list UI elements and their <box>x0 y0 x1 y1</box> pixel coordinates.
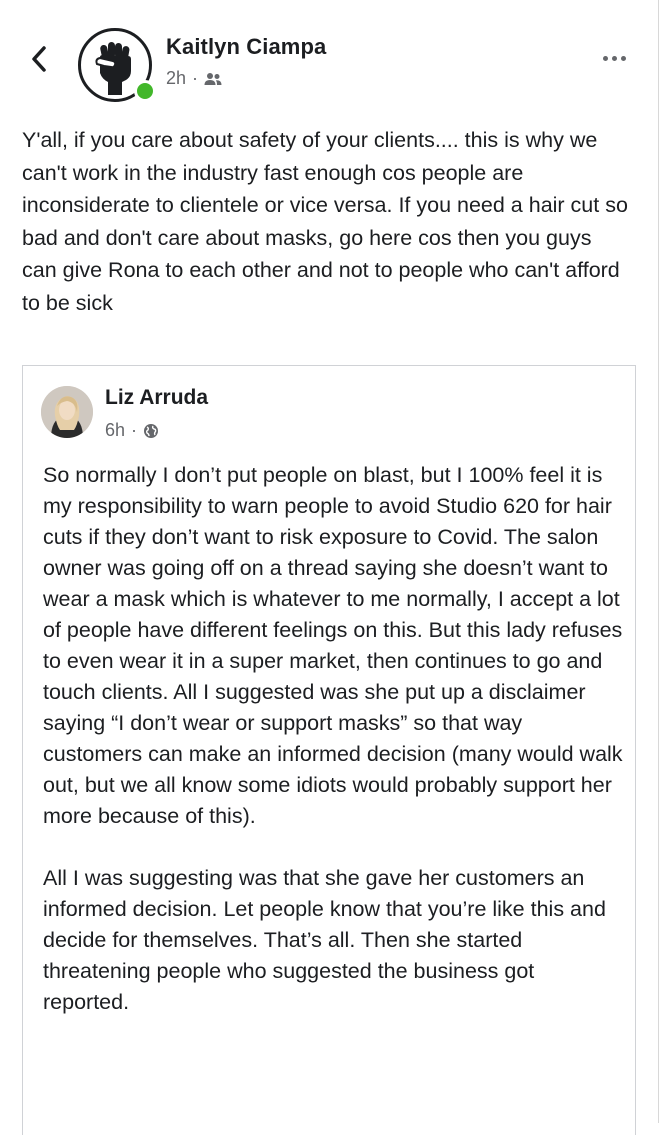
meta-separator: · <box>192 68 199 88</box>
globe-icon <box>144 423 159 438</box>
post-text: Y'all, if you care about safety of your … <box>22 128 634 315</box>
post-meta: 2h · <box>166 68 222 89</box>
shared-paragraph: So normally I don’t put people on blast,… <box>43 463 623 828</box>
more-options-button[interactable] <box>596 46 632 70</box>
shared-paragraph: All I was suggesting was that she gave h… <box>43 866 606 1014</box>
shared-post-card[interactable]: Liz Arruda 6h · So normally I don’t put … <box>22 365 636 1135</box>
shared-author-avatar[interactable] <box>41 386 93 438</box>
back-button[interactable] <box>26 42 52 76</box>
shared-post-meta: 6h · <box>105 420 159 441</box>
post-time[interactable]: 2h <box>166 68 186 89</box>
meta-separator: · <box>131 420 138 440</box>
online-status-dot <box>134 80 156 102</box>
post-header: Kaitlyn Ciampa 2h · <box>0 0 659 110</box>
shared-post-text: So normally I don’t put people on blast,… <box>43 460 623 1018</box>
profile-photo-icon <box>41 386 93 438</box>
chevron-left-icon <box>32 46 46 72</box>
shared-author-name[interactable]: Liz Arruda <box>105 386 208 410</box>
author-name[interactable]: Kaitlyn Ciampa <box>166 34 326 60</box>
more-horizontal-icon <box>602 55 608 61</box>
friends-icon <box>204 72 222 85</box>
shared-post-time[interactable]: 6h <box>105 420 125 441</box>
post-page: Kaitlyn Ciampa 2h · Y'all, if you care a… <box>0 0 659 1135</box>
